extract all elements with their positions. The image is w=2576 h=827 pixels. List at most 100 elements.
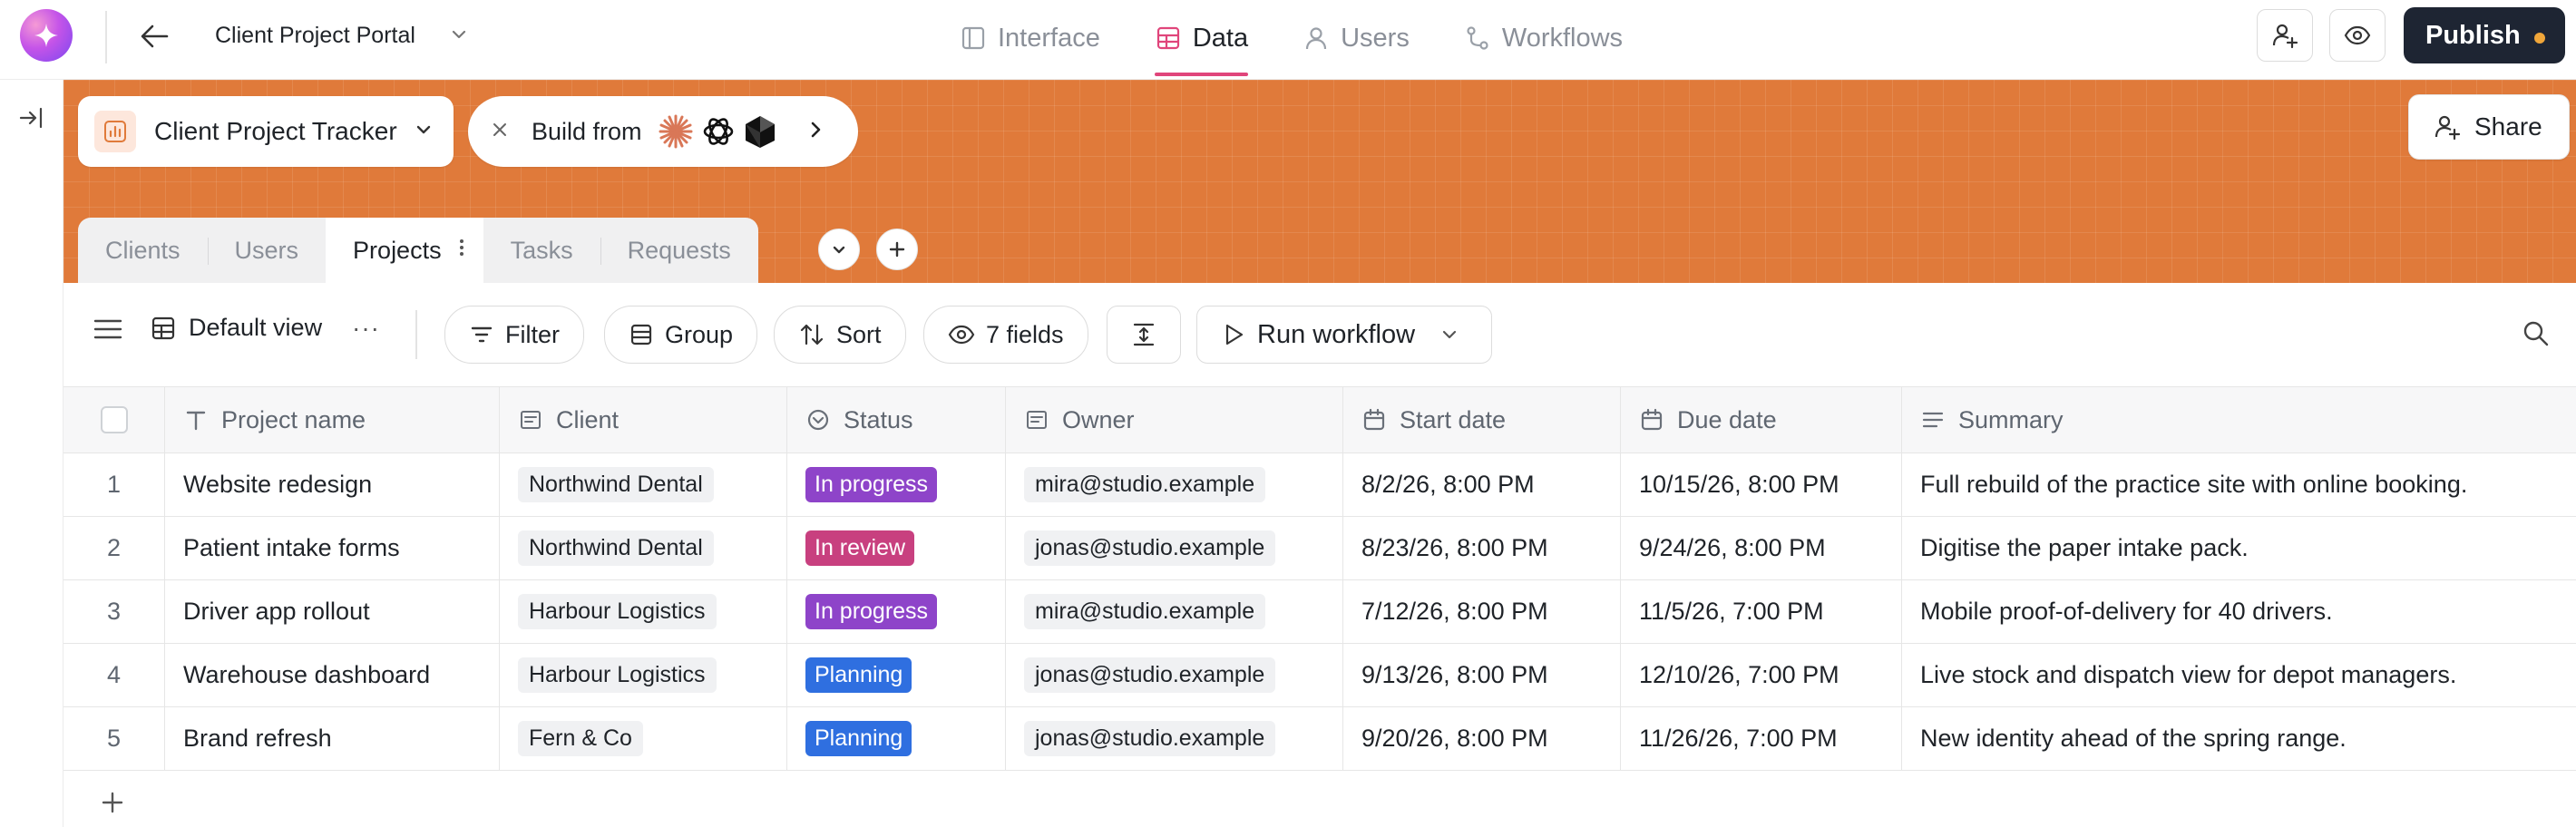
column-header-due-date[interactable]: Due date xyxy=(1621,387,1902,452)
client-cell[interactable]: Harbour Logistics xyxy=(500,644,787,706)
tab-tasks[interactable]: Tasks xyxy=(483,218,600,283)
expand-sidebar-button[interactable] xyxy=(11,100,51,136)
build-from-ai-pill[interactable]: Build from xyxy=(468,96,858,167)
view-selector[interactable]: Default view xyxy=(151,314,322,342)
tab-clients[interactable]: Clients xyxy=(78,218,208,283)
search-button[interactable] xyxy=(2522,319,2551,353)
filter-button[interactable]: Filter xyxy=(444,306,584,364)
table-row[interactable]: 3 Driver app rollout Harbour Logistics In p… xyxy=(63,580,2576,644)
run-workflow-button[interactable]: Run workflow xyxy=(1196,306,1492,364)
app-logo[interactable] xyxy=(20,9,73,62)
app-title[interactable]: Client Project Portal xyxy=(215,20,415,51)
due-date-cell[interactable]: 11/5/26, 7:00 PM xyxy=(1621,580,1902,643)
client-chip[interactable]: Harbour Logistics xyxy=(518,657,717,693)
start-date-cell[interactable]: 8/23/26, 8:00 PM xyxy=(1343,517,1621,579)
invite-user-button[interactable] xyxy=(2257,9,2313,62)
chevron-down-icon xyxy=(833,246,845,254)
status-badge[interactable]: In review xyxy=(805,530,915,566)
owner-chip[interactable]: mira@studio.example xyxy=(1024,467,1266,502)
table-row[interactable]: 5 Brand refresh Fern & Co Planning jonas@stu… xyxy=(63,707,2576,771)
close-icon[interactable] xyxy=(490,120,510,144)
start-date-cell[interactable]: 9/20/26, 8:00 PM xyxy=(1343,707,1621,770)
column-header-status[interactable]: Status xyxy=(787,387,1006,452)
client-chip[interactable]: Northwind Dental xyxy=(518,467,714,502)
client-cell[interactable]: Northwind Dental xyxy=(500,453,787,516)
owner-chip[interactable]: jonas@studio.example xyxy=(1024,721,1276,756)
nav-users[interactable]: Users xyxy=(1275,0,1437,76)
status-badge[interactable]: In progress xyxy=(805,467,938,502)
status-cell[interactable]: In review xyxy=(787,517,1006,579)
project-name-cell[interactable]: Brand refresh xyxy=(165,707,500,770)
summary-cell[interactable]: New identity ahead of the spring range. xyxy=(1902,707,2576,770)
owner-chip[interactable]: mira@studio.example xyxy=(1024,594,1266,629)
column-header-client[interactable]: Client xyxy=(500,387,787,452)
table-row[interactable]: 1 Website redesign Northwind Dental In prog… xyxy=(63,453,2576,517)
owner-chip[interactable]: jonas@studio.example xyxy=(1024,657,1276,693)
summary-cell[interactable]: Mobile proof-of-delivery for 40 drivers. xyxy=(1902,580,2576,643)
client-cell[interactable]: Fern & Co xyxy=(500,707,787,770)
owner-cell[interactable]: jonas@studio.example xyxy=(1006,517,1343,579)
tabs-dropdown-button[interactable] xyxy=(818,229,860,270)
client-chip[interactable]: Fern & Co xyxy=(518,721,643,756)
summary-cell[interactable]: Full rebuild of the practice site with o… xyxy=(1902,453,2576,516)
nav-interface[interactable]: Interface xyxy=(932,0,1127,76)
due-date-cell[interactable]: 11/26/26, 7:00 PM xyxy=(1621,707,1902,770)
tab-label: Requests xyxy=(627,236,731,264)
status-cell[interactable]: In progress xyxy=(787,580,1006,643)
select-all-checkbox[interactable] xyxy=(100,406,128,433)
chevron-down-icon[interactable] xyxy=(446,22,472,52)
status-cell[interactable]: In progress xyxy=(787,453,1006,516)
column-header-project-name[interactable]: Project name xyxy=(165,387,500,452)
fields-button[interactable]: 7 fields xyxy=(923,306,1088,364)
row-height-button[interactable] xyxy=(1107,306,1181,364)
more-vertical-icon[interactable] xyxy=(458,237,465,265)
status-badge[interactable]: In progress xyxy=(805,594,938,629)
group-button[interactable]: Group xyxy=(604,306,758,364)
due-date-cell[interactable]: 9/24/26, 8:00 PM xyxy=(1621,517,1902,579)
start-date-cell[interactable]: 9/13/26, 8:00 PM xyxy=(1343,644,1621,706)
owner-chip[interactable]: jonas@studio.example xyxy=(1024,530,1276,566)
client-cell[interactable]: Harbour Logistics xyxy=(500,580,787,643)
summary-cell[interactable]: Live stock and dispatch view for depot m… xyxy=(1902,644,2576,706)
back-button[interactable] xyxy=(134,18,174,54)
status-cell[interactable]: Planning xyxy=(787,707,1006,770)
tab-projects[interactable]: Projects xyxy=(326,218,483,283)
start-date-cell[interactable]: 8/2/26, 8:00 PM xyxy=(1343,453,1621,516)
project-name-cell[interactable]: Driver app rollout xyxy=(165,580,500,643)
status-cell[interactable]: Planning xyxy=(787,644,1006,706)
due-date-cell[interactable]: 12/10/26, 7:00 PM xyxy=(1621,644,1902,706)
column-header-summary[interactable]: Summary xyxy=(1902,387,2576,452)
add-table-button[interactable] xyxy=(876,229,918,270)
sort-button[interactable]: Sort xyxy=(774,306,906,364)
status-badge[interactable]: Planning xyxy=(805,657,912,693)
base-selector[interactable]: Client Project Tracker xyxy=(78,96,454,167)
owner-cell[interactable]: jonas@studio.example xyxy=(1006,707,1343,770)
project-name-cell[interactable]: Warehouse dashboard xyxy=(165,644,500,706)
client-chip[interactable]: Harbour Logistics xyxy=(518,594,717,629)
summary-cell[interactable]: Digitise the paper intake pack. xyxy=(1902,517,2576,579)
nav-workflows[interactable]: Workflows xyxy=(1437,0,1650,76)
add-record-button[interactable] xyxy=(63,771,2576,827)
project-name-cell[interactable]: Patient intake forms xyxy=(165,517,500,579)
due-date-cell[interactable]: 10/15/26, 8:00 PM xyxy=(1621,453,1902,516)
preview-button[interactable] xyxy=(2329,9,2386,62)
start-date-cell[interactable]: 7/12/26, 8:00 PM xyxy=(1343,580,1621,643)
tab-requests[interactable]: Requests xyxy=(600,218,758,283)
client-chip[interactable]: Northwind Dental xyxy=(518,530,714,566)
table-row[interactable]: 4 Warehouse dashboard Harbour Logistics Pla… xyxy=(63,644,2576,707)
nav-data[interactable]: Data xyxy=(1127,0,1275,76)
status-badge[interactable]: Planning xyxy=(805,721,912,756)
tab-users[interactable]: Users xyxy=(207,218,327,283)
share-button[interactable]: Share xyxy=(2408,94,2570,160)
project-name-cell[interactable]: Website redesign xyxy=(165,453,500,516)
client-cell[interactable]: Northwind Dental xyxy=(500,517,787,579)
view-options-button[interactable]: ··· xyxy=(352,314,380,343)
owner-cell[interactable]: mira@studio.example xyxy=(1006,580,1343,643)
views-menu-button[interactable] xyxy=(93,316,123,347)
column-header-owner[interactable]: Owner xyxy=(1006,387,1343,452)
owner-cell[interactable]: mira@studio.example xyxy=(1006,453,1343,516)
owner-cell[interactable]: jonas@studio.example xyxy=(1006,644,1343,706)
publish-button[interactable]: Publish xyxy=(2404,7,2565,63)
column-header-start-date[interactable]: Start date xyxy=(1343,387,1621,452)
table-row[interactable]: 2 Patient intake forms Northwind Dental In … xyxy=(63,517,2576,580)
